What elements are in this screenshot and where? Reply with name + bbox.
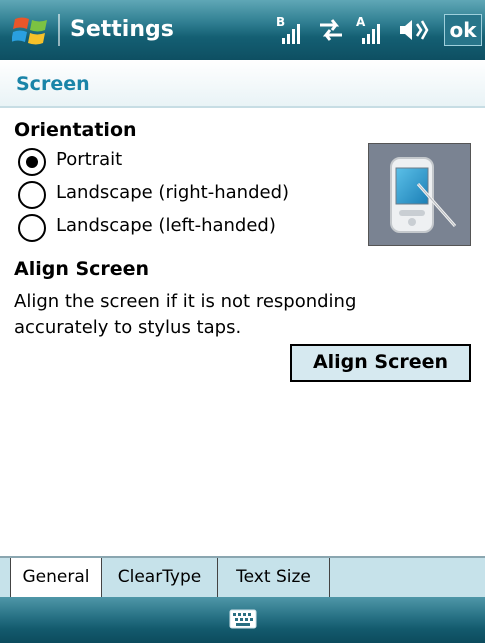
svg-text:B: B	[276, 15, 285, 29]
signal-strength-icon[interactable]: A	[354, 14, 388, 46]
softkey-bar	[0, 597, 485, 643]
tab-strip: General ClearType Text Size	[0, 556, 485, 599]
radio-selected-dot	[26, 156, 38, 168]
app-title: Settings	[70, 17, 174, 42]
orientation-preview	[368, 143, 471, 246]
radio-label[interactable]: Landscape (right-handed)	[56, 182, 289, 203]
align-screen-heading: Align Screen	[14, 258, 150, 280]
page-title: Screen	[16, 73, 90, 95]
page-header: Screen	[0, 60, 485, 108]
title-separator	[58, 14, 60, 46]
title-bar: Settings B A ok	[0, 0, 485, 60]
svg-text:A: A	[356, 15, 366, 29]
orientation-heading: Orientation	[14, 119, 137, 141]
radio-label[interactable]: Landscape (left-handed)	[56, 215, 276, 236]
tab-general[interactable]: General	[10, 558, 102, 597]
volume-icon[interactable]	[396, 14, 430, 46]
keyboard-icon[interactable]	[229, 609, 257, 629]
data-connection-icon[interactable]	[316, 14, 346, 46]
radio-label[interactable]: Portrait	[56, 149, 122, 170]
align-description: Align the screen if it is not responding…	[14, 291, 357, 338]
tab-text-size[interactable]: Text Size	[218, 558, 330, 597]
ok-button[interactable]: ok	[444, 14, 482, 46]
radio-button-icon[interactable]	[18, 214, 46, 242]
radio-button-icon[interactable]	[18, 148, 46, 176]
tab-cleartype[interactable]: ClearType	[102, 558, 218, 597]
align-screen-button[interactable]: Align Screen	[290, 344, 471, 382]
radio-button-icon[interactable]	[18, 181, 46, 209]
windows-start-icon[interactable]	[12, 13, 50, 47]
pda-stylus-icon	[390, 157, 457, 233]
bluetooth-signal-icon[interactable]: B	[274, 14, 308, 46]
